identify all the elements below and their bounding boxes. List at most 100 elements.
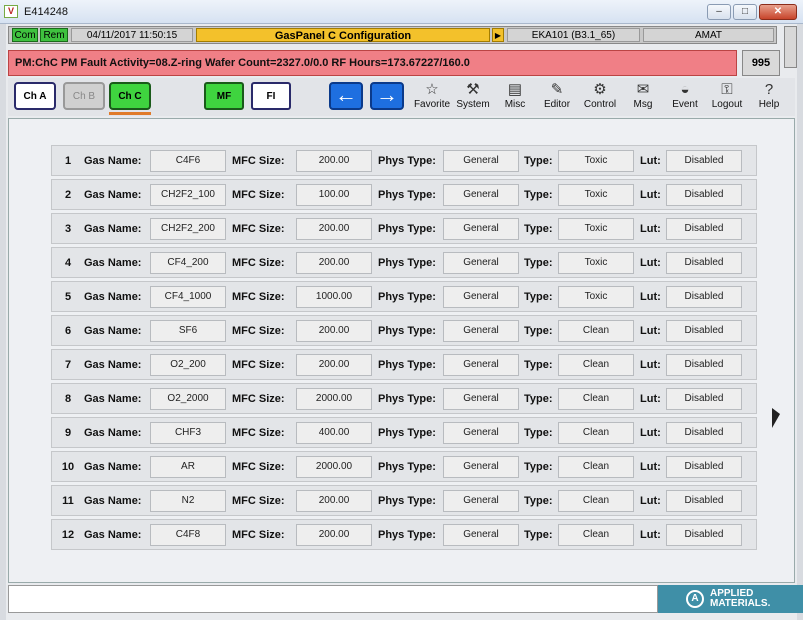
minimize-button[interactable]: – [707, 4, 731, 20]
back-arrow-icon[interactable]: ← [329, 82, 363, 110]
alarm-banner[interactable]: PM:ChC PM Fault Activity=08.Z-ring Wafer… [8, 50, 737, 76]
chamber-b-button[interactable]: Ch B [63, 82, 105, 110]
chamber-a-button[interactable]: Ch A [14, 82, 56, 110]
lut-field[interactable]: Disabled [666, 320, 742, 342]
mfc-size-field[interactable]: 200.00 [296, 320, 372, 342]
phys-type-field[interactable]: General [443, 524, 519, 546]
misc-button[interactable]: ▤ Misc [494, 81, 536, 113]
logout-button[interactable]: ⚿ Logout [706, 81, 748, 113]
gas-name-field[interactable]: CH2F2_100 [150, 184, 226, 206]
lut-field[interactable]: Disabled [666, 184, 742, 206]
mouse-cursor-icon [772, 408, 780, 428]
chamber-c-button[interactable]: Ch C [109, 82, 151, 110]
gas-row: 5 Gas Name: CF4_1000 MFC Size: 1000.00 Phys T… [51, 281, 757, 312]
favorite-button[interactable]: ☆ Favorite [411, 81, 453, 113]
datetime-display: 04/11/2017 11:50:15 [71, 28, 193, 42]
mfc-size-field[interactable]: 400.00 [296, 422, 372, 444]
phys-type-field[interactable]: General [443, 320, 519, 342]
phys-type-label: Phys Type: [378, 529, 436, 541]
mfc-size-field[interactable]: 2000.00 [296, 456, 372, 478]
control-button[interactable]: ⚙ Control [579, 81, 621, 113]
msg-button[interactable]: ✉ Msg [622, 81, 664, 113]
type-field[interactable]: Clean [558, 354, 634, 376]
phys-type-field[interactable]: General [443, 456, 519, 478]
mfc-size-field[interactable]: 100.00 [296, 184, 372, 206]
gas-row: 9 Gas Name: CHF3 MFC Size: 400.00 Phys Type: G… [51, 417, 757, 448]
type-field[interactable]: Toxic [558, 252, 634, 274]
gas-row-number: 8 [64, 393, 72, 405]
mf-button[interactable]: MF [204, 82, 244, 110]
fi-button[interactable]: FI [251, 82, 291, 110]
gas-name-field[interactable]: CF4_1000 [150, 286, 226, 308]
lut-field[interactable]: Disabled [666, 286, 742, 308]
lut-field[interactable]: Disabled [666, 354, 742, 376]
type-field[interactable]: Clean [558, 320, 634, 342]
gas-name-field[interactable]: N2 [150, 490, 226, 512]
status-scrollbar[interactable] [784, 26, 797, 68]
gas-name-field[interactable]: CF4_200 [150, 252, 226, 274]
gas-name-field[interactable]: C4F8 [150, 524, 226, 546]
type-field[interactable]: Clean [558, 524, 634, 546]
mfc-size-field[interactable]: 1000.00 [296, 286, 372, 308]
gas-name-field[interactable]: CHF3 [150, 422, 226, 444]
forward-arrow-icon[interactable]: → [370, 82, 404, 110]
event-button[interactable]: ◒ Event [664, 81, 706, 113]
mfc-size-field[interactable]: 200.00 [296, 354, 372, 376]
gas-name-field[interactable]: O2_200 [150, 354, 226, 376]
type-label: Type: [524, 393, 553, 405]
gas-row-number: 1 [64, 155, 72, 167]
mfc-size-field[interactable]: 200.00 [296, 524, 372, 546]
lut-field[interactable]: Disabled [666, 388, 742, 410]
type-field[interactable]: Clean [558, 490, 634, 512]
gas-row-number: 12 [61, 529, 75, 541]
phys-type-field[interactable]: General [443, 184, 519, 206]
mfc-size-field[interactable]: 2000.00 [296, 388, 372, 410]
lut-field[interactable]: Disabled [666, 490, 742, 512]
alarm-count-badge[interactable]: 995 [742, 50, 780, 76]
type-field[interactable]: Toxic [558, 218, 634, 240]
maximize-button[interactable]: □ [733, 4, 757, 20]
gear-icon: ⚙ [593, 81, 607, 98]
type-field[interactable]: Toxic [558, 150, 634, 172]
lut-label: Lut: [640, 393, 661, 405]
lut-field[interactable]: Disabled [666, 524, 742, 546]
system-button[interactable]: ⚒ System [452, 81, 494, 113]
type-field[interactable]: Toxic [558, 286, 634, 308]
close-button[interactable]: ✕ [759, 4, 797, 20]
com-indicator: Com [12, 28, 38, 42]
phys-type-field[interactable]: General [443, 218, 519, 240]
phys-type-field[interactable]: General [443, 388, 519, 410]
lut-field[interactable]: Disabled [666, 422, 742, 444]
mfc-size-field[interactable]: 200.00 [296, 150, 372, 172]
phys-type-field[interactable]: General [443, 490, 519, 512]
help-button[interactable]: ? Help [748, 81, 790, 113]
mfc-size-label: MFC Size: [232, 223, 285, 235]
screen-title-arrow-icon[interactable]: ▶ [492, 28, 504, 42]
gas-name-field[interactable]: O2_2000 [150, 388, 226, 410]
lut-field[interactable]: Disabled [666, 456, 742, 478]
mfc-size-field[interactable]: 200.00 [296, 252, 372, 274]
lut-field[interactable]: Disabled [666, 150, 742, 172]
type-field[interactable]: Clean [558, 422, 634, 444]
lut-field[interactable]: Disabled [666, 218, 742, 240]
mfc-size-field[interactable]: 200.00 [296, 218, 372, 240]
gas-row-number: 11 [62, 495, 74, 507]
lut-field[interactable]: Disabled [666, 252, 742, 274]
type-field[interactable]: Clean [558, 388, 634, 410]
phys-type-field[interactable]: General [443, 422, 519, 444]
type-field[interactable]: Toxic [558, 184, 634, 206]
phys-type-field[interactable]: General [443, 354, 519, 376]
gas-name-label: Gas Name: [84, 257, 142, 269]
gas-name-field[interactable]: C4F6 [150, 150, 226, 172]
mfc-size-label: MFC Size: [232, 189, 285, 201]
phys-type-field[interactable]: General [443, 252, 519, 274]
mfc-size-field[interactable]: 200.00 [296, 490, 372, 512]
phys-type-field[interactable]: General [443, 286, 519, 308]
type-field[interactable]: Clean [558, 456, 634, 478]
phys-type-field[interactable]: General [443, 150, 519, 172]
type-label: Type: [524, 291, 553, 303]
editor-button[interactable]: ✎ Editor [536, 81, 578, 113]
gas-name-field[interactable]: SF6 [150, 320, 226, 342]
gas-name-field[interactable]: CH2F2_200 [150, 218, 226, 240]
gas-name-field[interactable]: AR [150, 456, 226, 478]
